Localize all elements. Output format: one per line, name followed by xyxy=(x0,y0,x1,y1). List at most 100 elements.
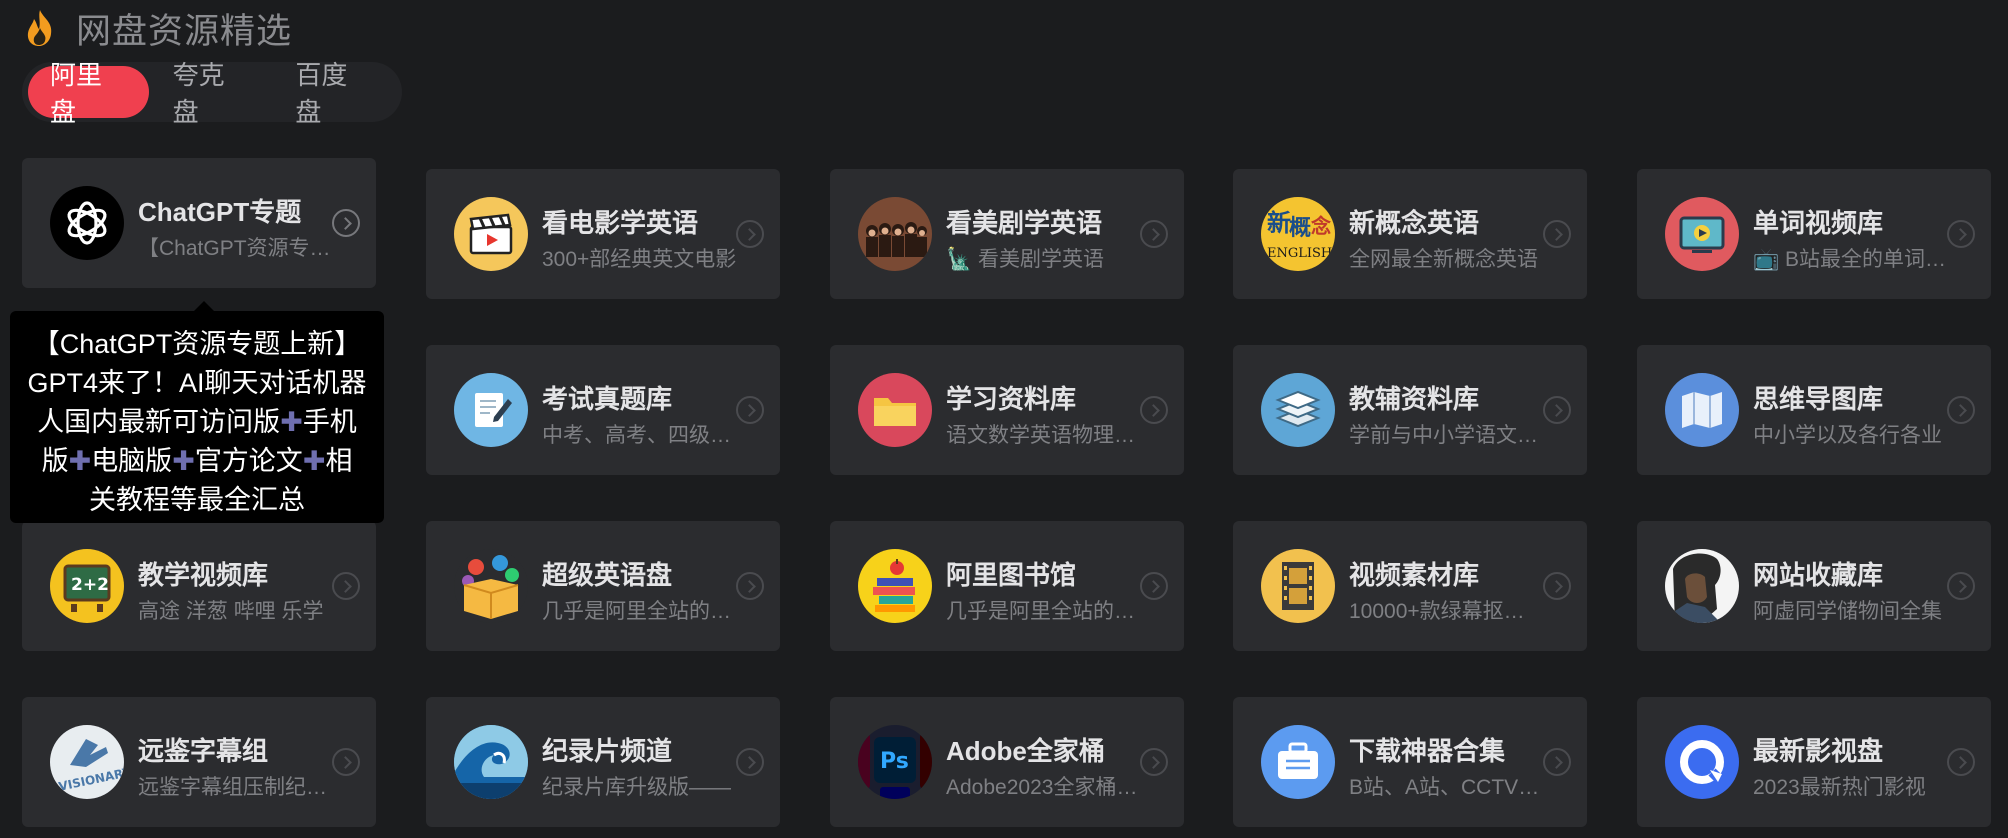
photoshop-icon: Ps xyxy=(858,725,932,799)
card-title: Adobe全家桶 xyxy=(946,736,1105,766)
clapperboard-icon xyxy=(454,197,528,271)
new-concept-english-icon: 新 概 念 ENGLISH xyxy=(1261,197,1335,271)
card-description: 🗽 看美剧学英语 xyxy=(946,248,1104,271)
resource-card[interactable]: 网站收藏库 阿虚同学储物间全集 xyxy=(1637,521,1991,651)
resource-card[interactable]: 学习资料库 语文数学英语物理化学 xyxy=(830,345,1184,475)
chevron-right-icon xyxy=(1543,396,1571,424)
card-description: 高途 洋葱 哔哩 乐学 xyxy=(138,600,324,623)
resource-card[interactable]: 看电影学英语 300+部经典英文电影 xyxy=(426,169,780,299)
resource-card[interactable]: 最新影视盘 2023最新热门影视 xyxy=(1637,697,1991,827)
card-description: 纪录片库升级版—— xyxy=(542,776,731,799)
tooltip-text: 人国内最新可访问版 xyxy=(37,407,281,437)
openai-logo-icon xyxy=(50,186,124,260)
card-description: 学前与中小学语文数学 xyxy=(1349,424,1545,447)
tv-play-icon xyxy=(1665,197,1739,271)
tooltip-text: 相 xyxy=(325,446,353,476)
resource-card[interactable]: 单词视频库 📺 B站最全的单词视频 xyxy=(1637,169,1991,299)
note-pen-icon xyxy=(454,373,528,447)
card-description: 语文数学英语物理化学 xyxy=(946,424,1142,447)
resource-card[interactable]: 下载神器合集 B站、A站、CCTV下载 xyxy=(1233,697,1587,827)
chevron-right-icon xyxy=(1140,220,1168,248)
card-description: 阿虚同学储物间全集 xyxy=(1753,600,1942,623)
map-icon xyxy=(1665,373,1739,447)
resource-card[interactable]: ChatGPT专题 【ChatGPT资源专题上新】 xyxy=(22,158,376,288)
books-apple-icon xyxy=(858,549,932,623)
avatar-icon xyxy=(1665,549,1739,623)
tooltip-line: 关教程等最全汇总 xyxy=(89,485,305,515)
resource-card[interactable]: 视频素材库 10000+款绿幕抠像素材 xyxy=(1233,521,1587,651)
chevron-right-icon xyxy=(1947,572,1975,600)
svg-text:新: 新 xyxy=(1267,209,1291,237)
tooltip-line: 人国内最新可访问版✚手机 xyxy=(22,403,372,442)
chevron-right-icon xyxy=(1947,220,1975,248)
chevron-right-icon xyxy=(1140,396,1168,424)
tooltip-line: GPT4来了！AI聊天对话机器 xyxy=(27,368,367,398)
plus-icon: ✚ xyxy=(68,446,92,476)
blackboard-icon: 2+2 xyxy=(50,549,124,623)
chevron-right-icon xyxy=(1543,220,1571,248)
resource-card[interactable]: 思维导图库 中小学以及各行各业 xyxy=(1637,345,1991,475)
resource-card[interactable]: 2+2 教学视频库 高途 洋葱 哔哩 乐学 xyxy=(22,521,376,651)
tab-aliyun[interactable]: 阿里盘 xyxy=(28,60,149,127)
tooltip-text: 手机 xyxy=(302,407,357,437)
card-title: 阿里图书馆 xyxy=(946,560,1077,590)
card-title: 单词视频库 xyxy=(1753,208,1884,238)
svg-text:ENGLISH: ENGLISH xyxy=(1267,246,1332,261)
chevron-right-icon xyxy=(1140,748,1168,776)
resource-card[interactable]: 看美剧学英语 🗽 看美剧学英语 xyxy=(830,169,1184,299)
box-icon xyxy=(454,549,528,623)
section-header: 网盘资源精选 xyxy=(22,6,292,51)
resource-card[interactable]: 教辅资料库 学前与中小学语文数学 xyxy=(1233,345,1587,475)
svg-text:Ps: Ps xyxy=(880,749,909,774)
stack-icon xyxy=(1261,373,1335,447)
page-title: 网盘资源精选 xyxy=(76,11,293,51)
tooltip-text: 版 xyxy=(41,446,69,476)
svg-text:2+2: 2+2 xyxy=(71,575,109,595)
card-title: 最新影视盘 xyxy=(1753,736,1884,766)
chevron-right-icon xyxy=(736,220,764,248)
card-title: 教辅资料库 xyxy=(1349,384,1480,414)
card-title: 思维导图库 xyxy=(1753,384,1884,414)
tab-baidu[interactable]: 百度盘 xyxy=(273,60,394,127)
card-title: 超级英语盘 xyxy=(542,560,673,590)
card-title: 下载神器合集 xyxy=(1349,736,1506,766)
chevron-right-icon xyxy=(332,209,360,237)
card-tooltip: 【ChatGPT资源专题上新】 GPT4来了！AI聊天对话机器 人国内最新可访问… xyxy=(10,301,384,523)
card-title: 看美剧学英语 xyxy=(946,208,1103,238)
resource-card[interactable]: 阿里图书馆 几乎是阿里全站的图书 xyxy=(830,521,1184,651)
svg-text:概: 概 xyxy=(1289,215,1311,241)
wave-icon xyxy=(454,725,528,799)
chevron-right-icon xyxy=(1140,572,1168,600)
tooltip-line: 【ChatGPT资源专题上新】 xyxy=(32,329,362,359)
card-title: 教学视频库 xyxy=(138,560,269,590)
card-description: 全网最全新概念英语 xyxy=(1349,248,1538,271)
card-description: 几乎是阿里全站的英语 xyxy=(542,600,738,623)
card-description: 几乎是阿里全站的图书 xyxy=(946,600,1142,623)
card-description: 中小学以及各行各业 xyxy=(1753,424,1942,447)
toolbox-icon xyxy=(1261,725,1335,799)
resource-card[interactable]: VISIONARY 远鉴字幕组 远鉴字幕组压制纪录片 xyxy=(22,697,376,827)
resource-card[interactable]: Ps Adobe全家桶 Adobe2023全家桶合集 xyxy=(830,697,1184,827)
chevron-right-icon xyxy=(1947,396,1975,424)
chevron-right-icon xyxy=(1947,748,1975,776)
folder-icon xyxy=(858,373,932,447)
svg-text:VISIONARY: VISIONARY xyxy=(57,765,124,794)
film-strip-icon xyxy=(1261,549,1335,623)
flame-icon xyxy=(22,8,58,48)
card-description: 📺 B站最全的单词视频 xyxy=(1753,248,1949,271)
visionary-logo-icon: VISIONARY xyxy=(50,725,124,799)
resource-card[interactable]: 超级英语盘 几乎是阿里全站的英语 xyxy=(426,521,780,651)
chevron-right-icon xyxy=(332,572,360,600)
resource-card[interactable]: 纪录片频道 纪录片库升级版—— xyxy=(426,697,780,827)
tooltip-text: 电脑版 xyxy=(91,446,173,476)
card-description: 10000+款绿幕抠像素材 xyxy=(1349,600,1545,623)
tab-quark[interactable]: 夸克盘 xyxy=(151,60,272,127)
card-description: 【ChatGPT资源专题上新】 xyxy=(138,237,334,260)
card-title: 远鉴字幕组 xyxy=(138,736,269,766)
resource-card[interactable]: 考试真题库 中考、高考、四级真题 xyxy=(426,345,780,475)
chevron-right-icon xyxy=(736,748,764,776)
plus-icon: ✚ xyxy=(172,446,195,476)
resource-card[interactable]: 新 概 念 ENGLISH 新概念英语 全网最全新概念英语 xyxy=(1233,169,1587,299)
plus-icon: ✚ xyxy=(302,446,326,476)
chevron-right-icon xyxy=(1543,748,1571,776)
